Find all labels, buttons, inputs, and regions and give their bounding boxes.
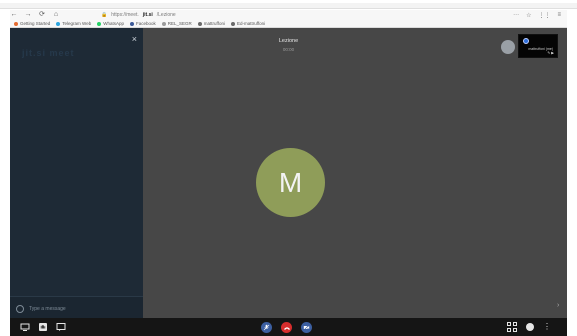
more-options-icon[interactable]: ⋮ xyxy=(543,323,551,331)
settings-icon[interactable] xyxy=(526,323,534,331)
participant-avatar[interactable] xyxy=(501,40,515,54)
browser-toolbar: ← → ⟳ ⌂ 🔒 https://meet. jit.si/Lezione ··… xyxy=(10,10,567,20)
bookmark-getting-started[interactable]: Getting Started xyxy=(14,21,50,26)
bookmark-label: Facebook xyxy=(135,21,156,26)
reload-icon[interactable]: ⟳ xyxy=(38,10,46,20)
url-path: /Lezione xyxy=(156,12,176,18)
bookmark-star-icon[interactable]: ☆ xyxy=(526,12,531,19)
chevron-right-icon[interactable]: › xyxy=(557,302,559,309)
tab-strip xyxy=(0,3,577,9)
browser-menu-icon[interactable]: ≡ xyxy=(557,12,561,19)
tile-view-icon[interactable] xyxy=(507,322,517,332)
status-badge xyxy=(523,38,529,44)
bookmark-label: Getting Started xyxy=(20,21,51,26)
bookmark-telegram[interactable]: Telegram Web xyxy=(56,21,91,26)
bookmark-label: WhatsApp xyxy=(103,21,124,26)
home-icon[interactable]: ⌂ xyxy=(52,10,60,20)
meeting-title: Lezione xyxy=(278,38,299,44)
url-domain: jit.si xyxy=(142,12,153,18)
back-icon[interactable]: ← xyxy=(10,10,18,20)
toolbar-bottom: ⋮ xyxy=(10,318,567,336)
page-margin xyxy=(567,10,577,336)
bookmark-icon xyxy=(161,21,166,26)
microphone-icon[interactable] xyxy=(261,322,272,333)
raise-hand-icon[interactable] xyxy=(38,322,48,332)
forward-icon[interactable]: → xyxy=(24,10,32,20)
bookmark-ed-mattruffoni[interactable]: Ed-mattruffoni xyxy=(230,21,266,26)
bookmark-label: Ed-mattruffoni xyxy=(236,21,266,26)
bookmark-whatsapp[interactable]: WhatsApp xyxy=(97,21,124,26)
thumbnail-icons: ✎ ▶ xyxy=(547,51,554,55)
hangup-button[interactable] xyxy=(281,322,292,333)
extensions-icon[interactable]: ⋮⋮ xyxy=(538,12,550,19)
chat-sidebar: jit.si meet × Type a message xyxy=(10,28,143,320)
address-bar[interactable]: 🔒 https://meet. jit.si/Lezione xyxy=(66,12,507,18)
chat-input[interactable]: Type a message xyxy=(29,306,66,312)
page-actions-icon[interactable]: ··· xyxy=(513,12,519,19)
bookmark-label: mattruffoni xyxy=(203,21,225,26)
meeting-app: jit.si meet × Type a message Lezione 00:… xyxy=(10,28,567,336)
avatar-initial: M xyxy=(278,166,303,198)
bookmark-label: Telegram Web xyxy=(62,21,92,26)
bookmark-rel-segr[interactable]: REL_SEGR xyxy=(161,21,192,26)
bookmark-icon xyxy=(230,21,235,26)
bookmark-label: REL_SEGR xyxy=(167,21,192,26)
url-prefix: https://meet. xyxy=(111,12,139,18)
bookmark-icon xyxy=(14,21,18,26)
screen-share-icon[interactable] xyxy=(20,322,30,332)
chat-icon[interactable] xyxy=(56,322,66,332)
chat-input-bar[interactable]: Type a message xyxy=(10,296,143,320)
bookmark-mattruffoni[interactable]: mattruffoni xyxy=(197,21,225,26)
bookmark-facebook[interactable]: Facebook xyxy=(129,21,156,26)
local-video-thumbnail[interactable]: mattruffoni (me) ✎ ▶ xyxy=(518,34,558,58)
lock-icon: 🔒 xyxy=(101,12,108,18)
emoji-icon[interactable] xyxy=(16,304,24,313)
bookmark-icon xyxy=(197,21,202,26)
bookmark-icon xyxy=(129,21,134,26)
main-avatar: M xyxy=(256,148,325,217)
camera-icon[interactable] xyxy=(301,322,312,333)
bookmark-icon xyxy=(97,21,102,26)
bookmark-icon xyxy=(56,21,61,26)
bookmarks-bar: Getting Started Telegram Web WhatsApp Fa… xyxy=(10,20,567,28)
meeting-timer: 00:00 xyxy=(282,47,295,52)
